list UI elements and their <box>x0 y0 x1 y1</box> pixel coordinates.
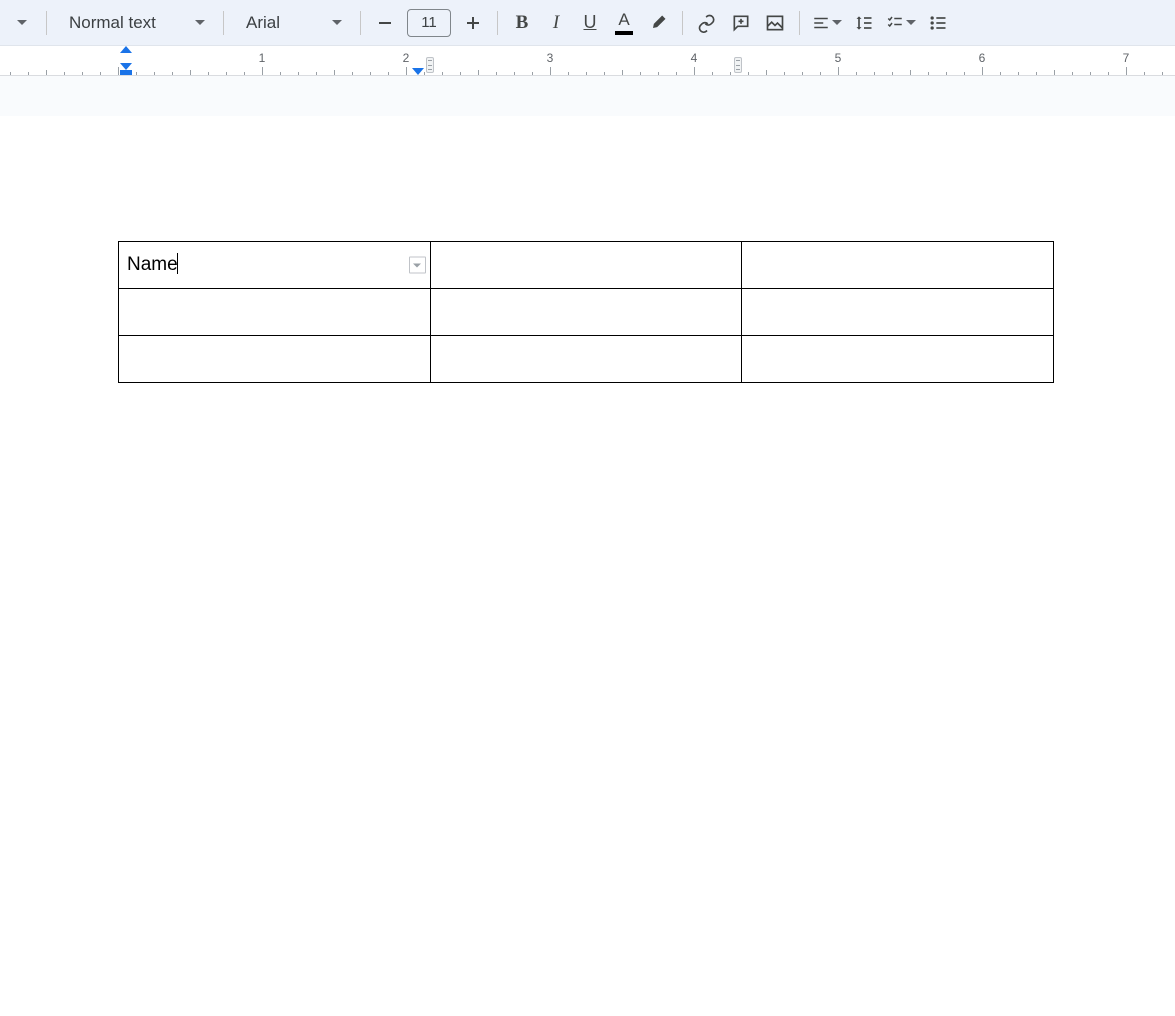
ruler-number: 3 <box>547 51 554 65</box>
insert-image-button[interactable] <box>759 7 791 39</box>
font-family-select[interactable]: Arial <box>232 7 352 39</box>
image-icon <box>765 13 785 33</box>
font-size-input[interactable]: 11 <box>407 9 451 37</box>
bold-icon: B <box>516 12 529 34</box>
bulleted-list-icon <box>928 13 948 33</box>
underline-icon: U <box>584 12 597 33</box>
italic-icon: I <box>553 12 559 34</box>
table-column-handle[interactable] <box>426 57 434 73</box>
chevron-down-icon <box>195 20 205 25</box>
align-icon <box>812 14 830 32</box>
line-spacing-icon <box>854 13 874 33</box>
chevron-down-icon <box>906 20 916 25</box>
separator <box>799 11 800 35</box>
ruler-number: 5 <box>835 51 842 65</box>
first-line-indent-marker[interactable] <box>120 46 132 53</box>
separator <box>360 11 361 35</box>
chevron-down-icon <box>832 20 842 25</box>
hanging-indent-marker[interactable] <box>120 63 132 70</box>
line-spacing-button[interactable] <box>848 7 880 39</box>
increase-font-size-button[interactable] <box>457 7 489 39</box>
add-comment-button[interactable] <box>725 7 757 39</box>
bulleted-list-button[interactable] <box>922 7 954 39</box>
separator <box>682 11 683 35</box>
ruler-number: 1 <box>259 51 266 65</box>
table-cell[interactable] <box>742 289 1054 336</box>
ruler-number: 2 <box>403 51 410 65</box>
underline-button[interactable]: U <box>574 7 606 39</box>
ruler-number: 7 <box>1123 51 1130 65</box>
ruler-number: 6 <box>979 51 986 65</box>
link-icon <box>697 13 717 33</box>
table-row: Name <box>119 242 1054 289</box>
table-cell[interactable] <box>119 336 431 383</box>
document-table[interactable]: Name <box>118 241 1054 383</box>
page[interactable]: Name <box>0 116 1175 1016</box>
table-cell[interactable] <box>430 336 742 383</box>
text-color-button[interactable]: A <box>608 7 640 39</box>
chevron-down-icon <box>413 263 421 267</box>
highlighter-icon <box>648 13 668 33</box>
table-cell[interactable] <box>430 289 742 336</box>
table-column-handle[interactable] <box>734 57 742 73</box>
paragraph-style-label: Normal text <box>69 13 156 33</box>
text-color-swatch <box>615 31 633 35</box>
align-button[interactable] <box>808 7 846 39</box>
toolbar: Normal text Arial 11 B I U A <box>0 0 1175 46</box>
table-cell[interactable] <box>742 336 1054 383</box>
decrease-font-size-button[interactable] <box>369 7 401 39</box>
table-cell[interactable] <box>742 242 1054 289</box>
cell-text: Name <box>127 254 178 275</box>
insert-link-button[interactable] <box>691 7 723 39</box>
text-color-icon: A <box>618 10 629 30</box>
highlight-color-button[interactable] <box>642 7 674 39</box>
font-family-label: Arial <box>246 13 280 33</box>
paragraph-style-select[interactable]: Normal text <box>55 7 215 39</box>
table-cell[interactable]: Name <box>119 242 431 289</box>
document-area: Name <box>0 76 1175 761</box>
checklist-icon <box>886 14 904 32</box>
table-cell[interactable] <box>430 242 742 289</box>
cell-options-button[interactable] <box>409 257 426 274</box>
horizontal-ruler[interactable]: 1 2 3 4 5 6 7 <box>0 46 1175 76</box>
italic-button[interactable]: I <box>540 7 572 39</box>
comment-icon <box>731 13 751 33</box>
more-button[interactable] <box>6 7 38 39</box>
table-row <box>119 336 1054 383</box>
separator <box>497 11 498 35</box>
ruler-number: 4 <box>691 51 698 65</box>
bold-button[interactable]: B <box>506 7 538 39</box>
separator <box>223 11 224 35</box>
font-size-value: 11 <box>421 14 437 31</box>
checklist-button[interactable] <box>882 7 920 39</box>
table-row <box>119 289 1054 336</box>
right-indent-marker[interactable] <box>412 68 424 75</box>
separator <box>46 11 47 35</box>
left-indent-marker[interactable] <box>120 70 132 75</box>
chevron-down-icon <box>332 20 342 25</box>
text-cursor <box>177 253 178 274</box>
table-cell[interactable] <box>119 289 431 336</box>
